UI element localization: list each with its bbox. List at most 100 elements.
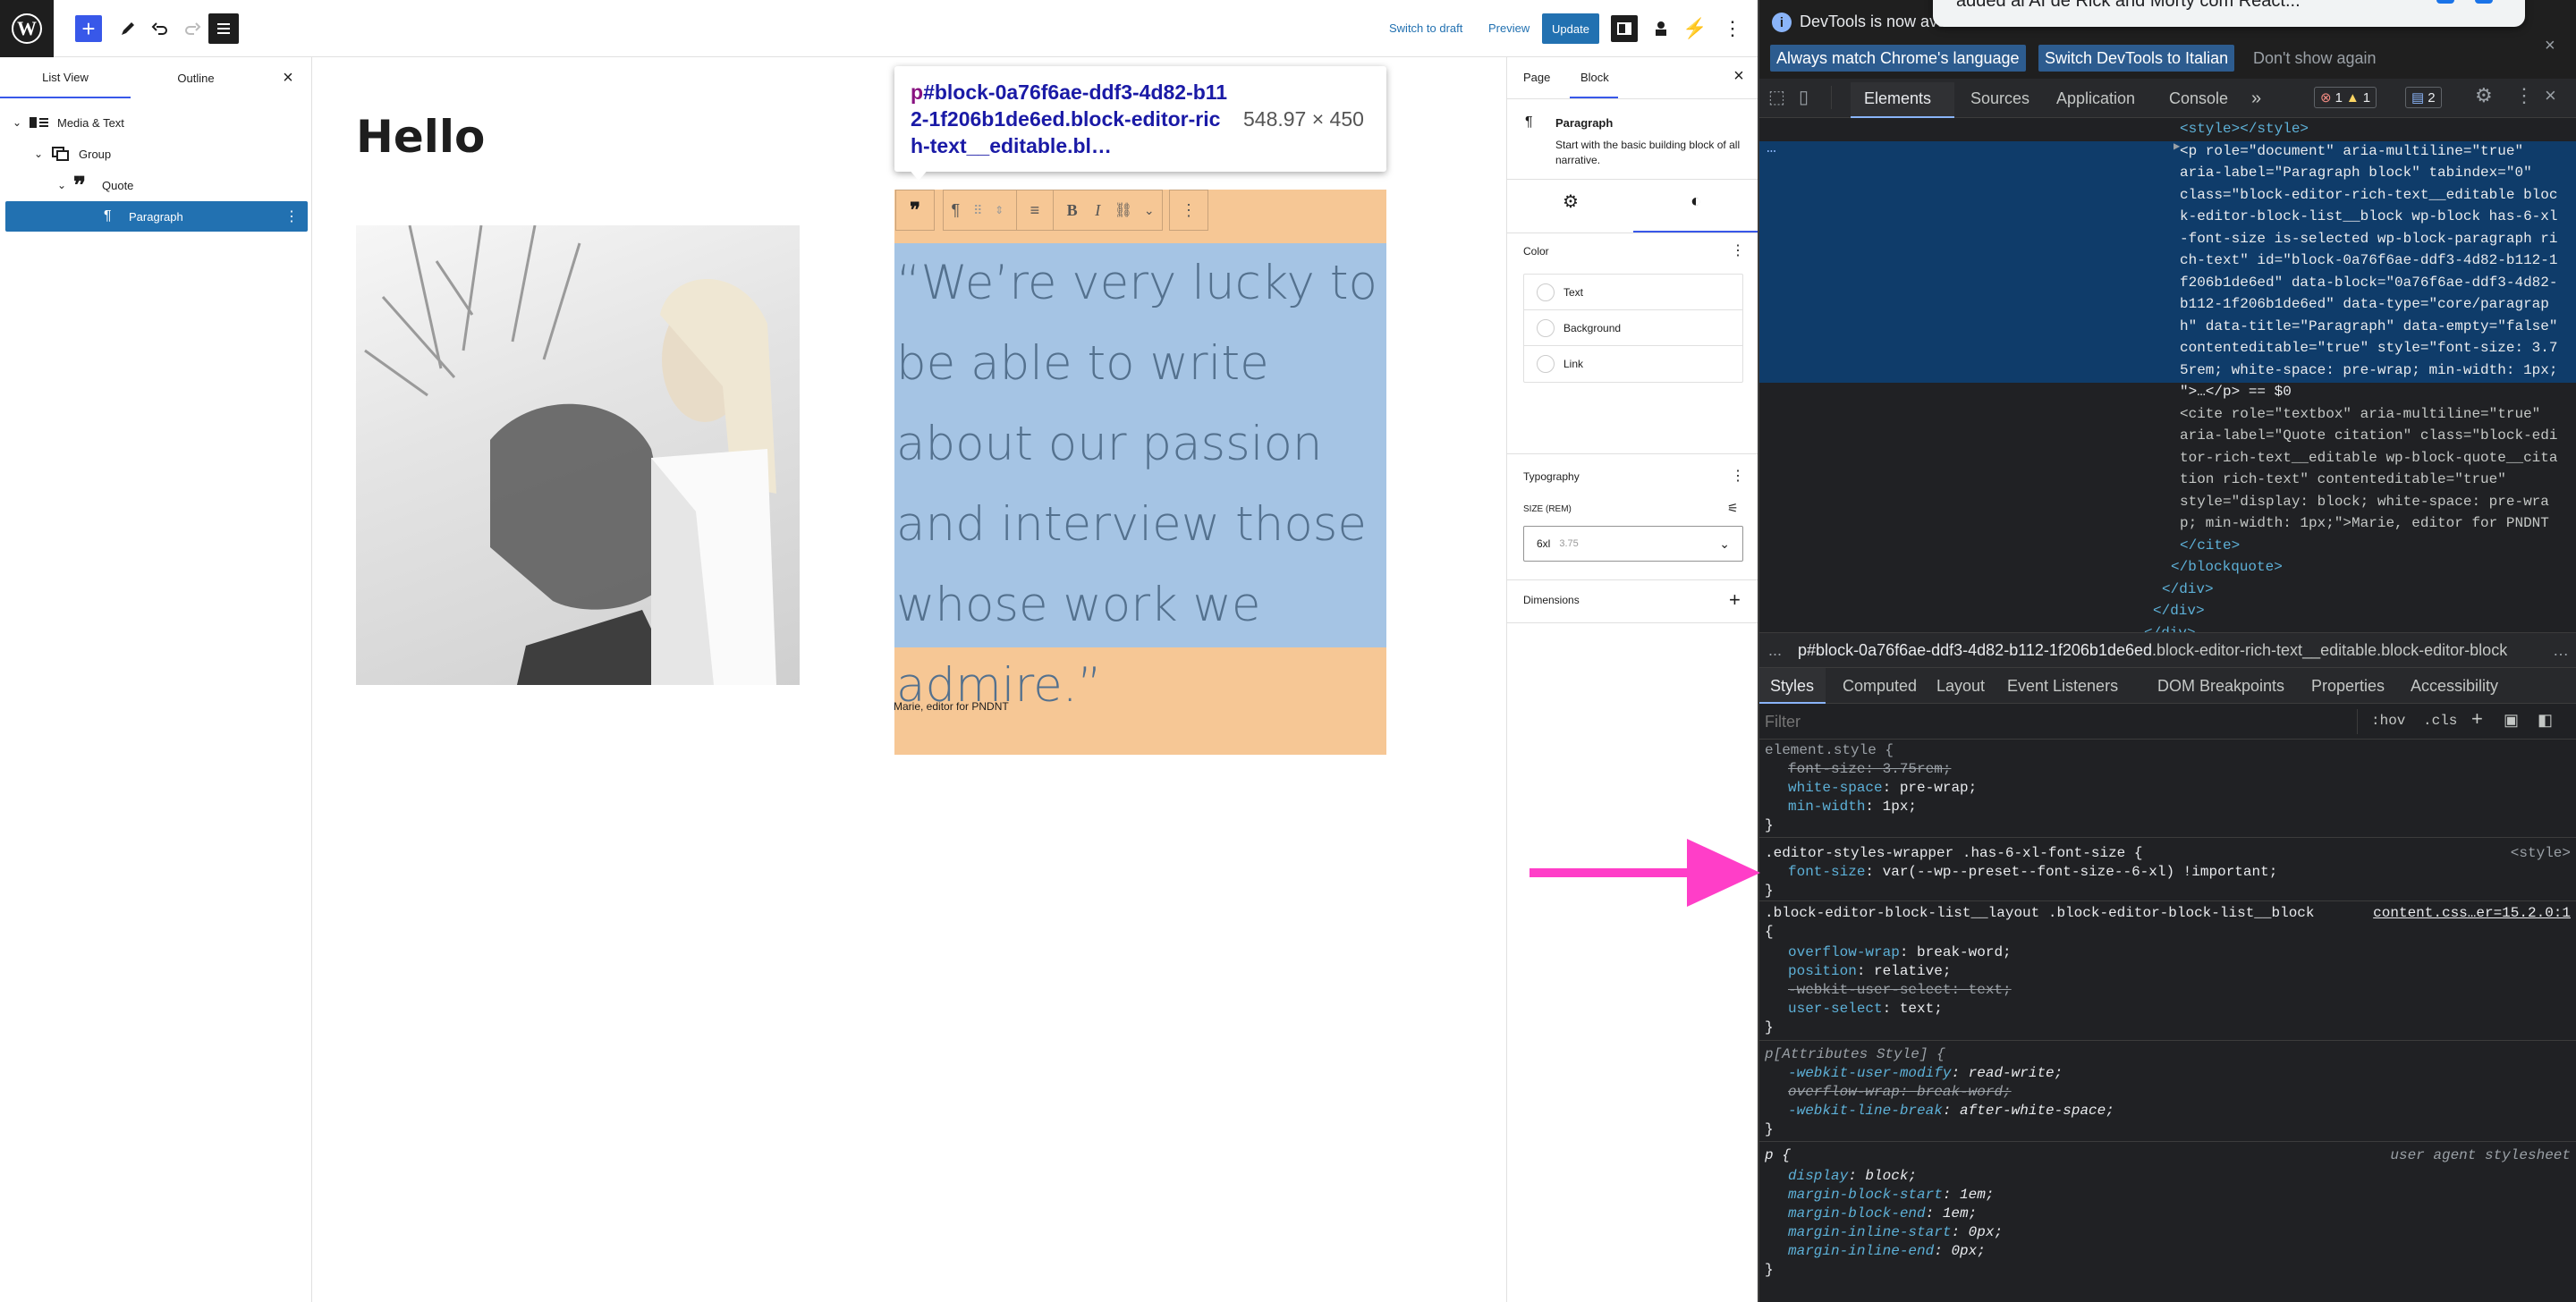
- sliders-icon[interactable]: ⚟: [1727, 501, 1739, 516]
- tab-computed[interactable]: Computed: [1843, 670, 1917, 702]
- tab-elements[interactable]: Elements: [1864, 82, 1931, 114]
- dom-line[interactable]: ch-text" id="block-0a76f6ae-ddf3-4d82-b1…: [2180, 249, 2573, 272]
- dom-line[interactable]: contenteditable="true" style="font-size:…: [2180, 337, 2573, 359]
- more-vertical-icon[interactable]: ⋮: [1731, 467, 1745, 485]
- dom-lines[interactable]: <style></style> <p role="document" aria-m…: [2135, 118, 2573, 666]
- close-list-view-button[interactable]: ×: [275, 65, 301, 90]
- always-match-language-button[interactable]: Always match Chrome's language: [1770, 45, 2026, 72]
- close-devtools-icon[interactable]: ×: [2545, 84, 2556, 107]
- tab-page[interactable]: Page: [1523, 71, 1550, 84]
- drag-handle-icon[interactable]: ⠿: [968, 203, 988, 218]
- css-declaration[interactable]: white-space: pre-wrap;: [1788, 779, 1977, 798]
- align-left-icon[interactable]: ≡: [1022, 201, 1048, 220]
- dom-line[interactable]: <p role="document" aria-multiline="true": [2180, 140, 2573, 163]
- tab-layout[interactable]: Layout: [1936, 670, 1985, 702]
- more-vertical-icon[interactable]: ⋮: [2514, 84, 2534, 107]
- tab-dom-breakpoints[interactable]: DOM Breakpoints: [2157, 670, 2284, 702]
- tab-block[interactable]: Block: [1580, 71, 1609, 84]
- link-icon[interactable]: ⛓: [1111, 201, 1137, 219]
- css-declaration[interactable]: margin-inline-end: 0px;: [1788, 1242, 1986, 1261]
- device-toolbar-icon[interactable]: ▯: [1799, 86, 1809, 108]
- font-size-select[interactable]: 6xl 3.75 ⌄: [1523, 526, 1743, 562]
- css-declaration[interactable]: -webkit-user-select: text;: [1788, 981, 2012, 1000]
- page-title[interactable]: Hello: [356, 111, 485, 163]
- plugin-button[interactable]: [1648, 15, 1674, 42]
- dom-line[interactable]: -font-size is-selected wp-block-paragrap…: [2180, 228, 2573, 250]
- cls-toggle[interactable]: .cls: [2423, 713, 2457, 729]
- dom-line[interactable]: <cite role="textbox" aria-multiline="tru…: [2180, 403, 2573, 426]
- css-declaration[interactable]: -webkit-user-modify: read-write;: [1788, 1064, 2063, 1083]
- tab-console[interactable]: Console: [2169, 82, 2228, 114]
- settings-tab-gear[interactable]: ⚙: [1557, 188, 1584, 215]
- css-declaration[interactable]: margin-block-start: 1em;: [1788, 1186, 1994, 1205]
- css-declaration[interactable]: user-select: text;: [1788, 1000, 1943, 1019]
- settings-toggle-button[interactable]: [1611, 15, 1638, 42]
- dom-line[interactable]: k-editor-block-list__block wp-block has-…: [2180, 206, 2573, 228]
- italic-icon[interactable]: I: [1085, 201, 1111, 220]
- media-image[interactable]: [356, 225, 800, 685]
- tab-accessibility[interactable]: Accessibility: [2411, 670, 2498, 702]
- tab-event-listeners[interactable]: Event Listeners: [2007, 670, 2118, 702]
- issues-counter[interactable]: ⊗ 1 ▲ 1: [2314, 87, 2377, 108]
- list-item-paragraph[interactable]: ¶ Paragraph ⋮: [5, 201, 308, 232]
- options-menu-button[interactable]: ⋮: [1719, 15, 1746, 42]
- bold-icon[interactable]: B: [1059, 201, 1085, 220]
- tab-sources[interactable]: Sources: [1970, 82, 2029, 114]
- dom-line[interactable]: class="block-editor-rich-text__editable …: [2180, 184, 2573, 207]
- css-declaration[interactable]: min-width: 1px;: [1788, 798, 1917, 816]
- styles-tab[interactable]: ◐: [1682, 188, 1709, 215]
- more-vertical-icon[interactable]: ⋮: [284, 207, 299, 225]
- tab-properties[interactable]: Properties: [2311, 670, 2385, 702]
- dom-line[interactable]: tion rich-text" contenteditable="true": [2180, 469, 2573, 491]
- styles-filter-input[interactable]: [1765, 709, 2355, 734]
- tab-list-view[interactable]: List View: [0, 57, 131, 98]
- color-item-background[interactable]: Background: [1524, 310, 1742, 346]
- list-item-quote[interactable]: ⌄ ❞ Quote: [50, 170, 306, 200]
- messages-counter[interactable]: ▤ 2: [2405, 87, 2442, 108]
- redo-button[interactable]: [179, 15, 206, 42]
- css-declaration[interactable]: margin-block-end: 1em;: [1788, 1205, 1977, 1223]
- list-item-group[interactable]: ⌄ Group: [27, 139, 306, 169]
- move-updown-icon[interactable]: ⇕: [988, 204, 1011, 216]
- document-overview-button[interactable]: [208, 13, 239, 44]
- dom-line[interactable]: 5rem; white-space: pre-wrap; min-width: …: [2180, 359, 2573, 382]
- dom-line[interactable]: b112-1f206b1de6ed" data-type="core/parag…: [2180, 293, 2573, 316]
- dom-line[interactable]: p; min-width: 1px;">Marie, editor for PN…: [2180, 512, 2573, 535]
- rule-source-link[interactable]: content.css…er=15.2.0:1: [2373, 904, 2571, 923]
- dom-line[interactable]: </div>: [2153, 600, 2546, 622]
- toggle-sidebar-icon[interactable]: ◧: [2538, 711, 2553, 730]
- dom-line[interactable]: aria-label="Quote citation" class="block…: [2180, 425, 2573, 447]
- css-declaration[interactable]: font-size: 3.75rem;: [1788, 760, 1951, 779]
- tab-outline[interactable]: Outline: [131, 57, 261, 98]
- browser-popup[interactable]: added ai AI de Rick and Morty com React.…: [1933, 0, 2525, 27]
- close-settings-button[interactable]: ×: [1727, 64, 1750, 88]
- tab-styles[interactable]: Styles: [1770, 670, 1814, 702]
- css-declaration[interactable]: position: relative;: [1788, 962, 1951, 981]
- close-icon[interactable]: ×: [2545, 36, 2555, 56]
- dom-line[interactable]: f206b1de6ed" data-block="0a76f6ae-ddf3-4…: [2180, 272, 2573, 294]
- dom-line[interactable]: <style></style>: [2180, 118, 2573, 140]
- css-declaration[interactable]: margin-inline-start: 0px;: [1788, 1223, 2003, 1242]
- node-ellipsis[interactable]: …: [1767, 140, 1776, 157]
- css-declaration[interactable]: -webkit-line-break: after-white-space;: [1788, 1102, 2114, 1120]
- dom-line[interactable]: tor-rich-text__editable wp-block-quote__…: [2180, 447, 2573, 469]
- css-declaration[interactable]: overflow-wrap: break-word;: [1788, 943, 2012, 962]
- paragraph-icon[interactable]: ¶: [944, 201, 968, 220]
- dom-line[interactable]: h" data-title="Paragraph" data-empty="fa…: [2180, 316, 2573, 338]
- more-tabs-icon[interactable]: »: [2251, 82, 2261, 114]
- add-block-button[interactable]: +: [75, 15, 102, 42]
- css-declaration[interactable]: display: block;: [1788, 1167, 1917, 1186]
- computed-styles-icon[interactable]: ▣: [2504, 711, 2519, 730]
- color-item-link[interactable]: Link: [1524, 346, 1742, 382]
- css-declaration[interactable]: overflow-wrap: break-word;: [1788, 1083, 2012, 1102]
- dom-line[interactable]: aria-label="Paragraph block" tabindex="0…: [2180, 162, 2573, 184]
- hov-toggle[interactable]: :hov: [2371, 713, 2405, 729]
- preview-link[interactable]: Preview: [1488, 21, 1530, 35]
- undo-button[interactable]: [147, 15, 174, 42]
- update-button[interactable]: Update: [1542, 13, 1599, 44]
- quote-citation[interactable]: Marie, editor for PNDNT: [894, 700, 1009, 713]
- breadcrumb-tag[interactable]: p: [1798, 641, 1807, 660]
- inspect-element-icon[interactable]: ⬚: [1768, 86, 1785, 108]
- switch-language-button[interactable]: Switch DevTools to Italian: [2038, 45, 2235, 72]
- quote-block-parent-button[interactable]: ❞: [895, 190, 935, 231]
